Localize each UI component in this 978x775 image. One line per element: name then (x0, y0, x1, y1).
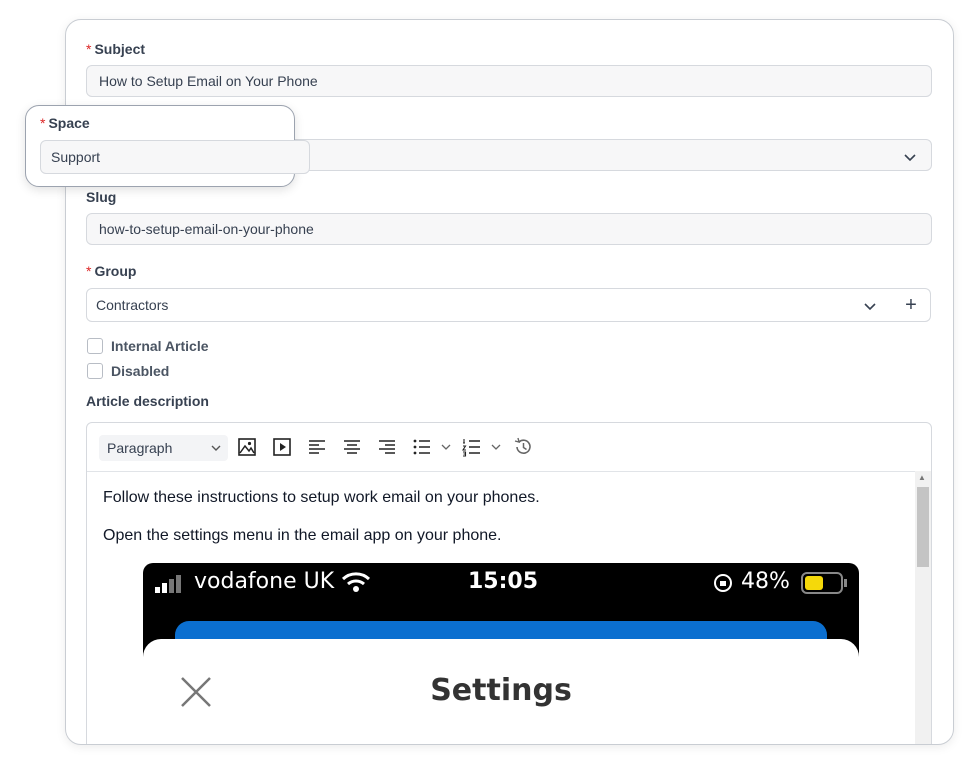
subject-input[interactable]: How to Setup Email on Your Phone (86, 65, 932, 97)
settings-title: Settings (430, 673, 572, 708)
scrollbar-thumb[interactable] (917, 487, 929, 567)
battery-percent: 48% (741, 569, 790, 594)
space-value[interactable]: Support (40, 140, 310, 174)
image-icon[interactable] (237, 437, 257, 457)
chevron-down-icon (211, 445, 221, 451)
group-label: * Group (86, 263, 137, 279)
block-format-select[interactable]: Paragraph (99, 435, 228, 461)
internal-article-checkbox[interactable] (87, 338, 103, 354)
space-label: * Space (40, 115, 90, 131)
editor-toolbar: Paragraph (87, 423, 931, 472)
chevron-down-icon (864, 303, 876, 311)
disabled-label: Disabled (111, 363, 170, 379)
settings-sheet: Settings (143, 639, 859, 744)
slug-label: Slug (86, 189, 117, 205)
chevron-down-icon (904, 154, 916, 162)
align-center-icon[interactable] (342, 437, 362, 457)
add-group-button[interactable]: + (892, 288, 931, 322)
editor-scrollbar[interactable]: ▲ (915, 471, 931, 744)
battery-icon (801, 572, 847, 594)
numbered-list-icon[interactable] (462, 437, 482, 457)
internal-article-label: Internal Article (111, 338, 209, 354)
article-description-label: Article description (86, 393, 209, 409)
history-icon[interactable] (513, 437, 533, 457)
signal-icon (155, 575, 181, 593)
rich-text-editor[interactable]: Paragraph Follow these instructions to s… (86, 422, 932, 744)
chevron-down-icon[interactable] (440, 437, 452, 457)
rotation-lock-icon (714, 574, 732, 592)
status-time: 15:05 (468, 569, 539, 594)
bullet-list-icon[interactable] (412, 437, 432, 457)
scroll-up-arrow-icon[interactable]: ▲ (918, 473, 926, 482)
paragraph: Open the settings menu in the email app … (103, 527, 502, 544)
paragraph: Follow these instructions to setup work … (103, 489, 540, 506)
subject-label: * Subject (86, 41, 146, 57)
video-icon[interactable] (272, 437, 292, 457)
slug-input[interactable]: how-to-setup-email-on-your-phone (86, 213, 932, 245)
align-right-icon[interactable] (377, 437, 397, 457)
disabled-checkbox[interactable] (87, 363, 103, 379)
space-popup: * Space Support (25, 105, 310, 187)
embedded-phone-screenshot: vodafone UK 15:05 48% Settings (143, 563, 859, 744)
chevron-down-icon[interactable] (490, 437, 502, 457)
editor-content[interactable]: Follow these instructions to setup work … (87, 471, 915, 744)
carrier-name: vodafone UK (194, 569, 335, 594)
wifi-icon (341, 572, 371, 592)
group-select[interactable]: Contractors (86, 288, 893, 322)
align-left-icon[interactable] (307, 437, 327, 457)
